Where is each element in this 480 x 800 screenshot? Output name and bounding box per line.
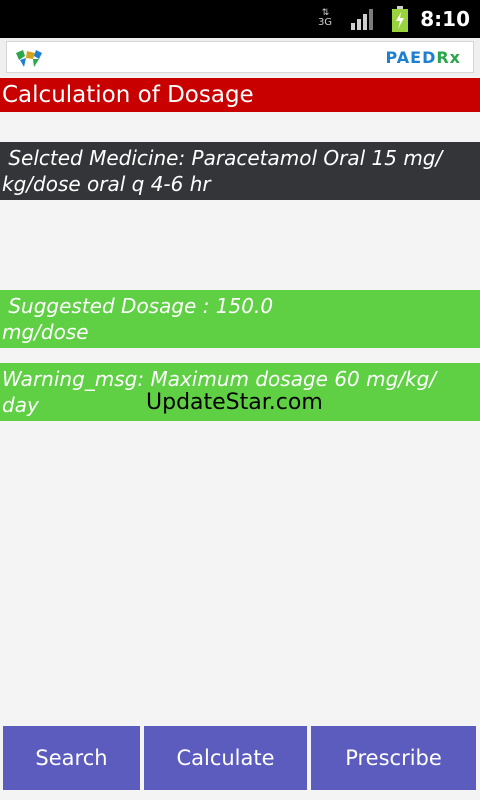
header-panel: PAEDRx [6, 41, 474, 73]
watermark-text: UpdateStar.com [146, 390, 323, 415]
calculate-button[interactable]: Calculate [144, 726, 307, 790]
suggested-dosage-line2: mg/dose [2, 320, 89, 344]
prescribe-button[interactable]: Prescribe [311, 726, 476, 790]
selected-medicine-line1: Selcted Medicine: Paracetamol Oral 15 mg… [2, 146, 443, 170]
status-time: 8:10 [420, 7, 470, 31]
search-button[interactable]: Search [3, 726, 140, 790]
page-title: Calculation of Dosage [2, 82, 254, 108]
title-bar: Calculation of Dosage [0, 78, 480, 112]
logo-rx: Rx [436, 48, 461, 67]
network-type-label: 3G [317, 17, 333, 28]
app-icon [16, 50, 42, 67]
suggested-dosage-box: Suggested Dosage : 150.0 mg/dose [0, 290, 480, 348]
status-bar: ⇅ 3G 8:10 [0, 0, 480, 38]
suggested-dosage-line1: Suggested Dosage : 150.0 [2, 294, 274, 318]
signal-strength-icon [351, 9, 373, 30]
network-indicator: ⇅ 3G [316, 8, 334, 28]
selected-medicine-box: Selcted Medicine: Paracetamol Oral 15 mg… [0, 142, 480, 200]
selected-medicine-line2: kg/dose oral q 4-6 hr [2, 172, 211, 196]
logo-paed: PAED [385, 48, 437, 67]
header-bar: PAEDRx [0, 38, 480, 76]
paedrx-logo: PAEDRx [386, 48, 462, 68]
battery-charging-icon [392, 6, 408, 32]
